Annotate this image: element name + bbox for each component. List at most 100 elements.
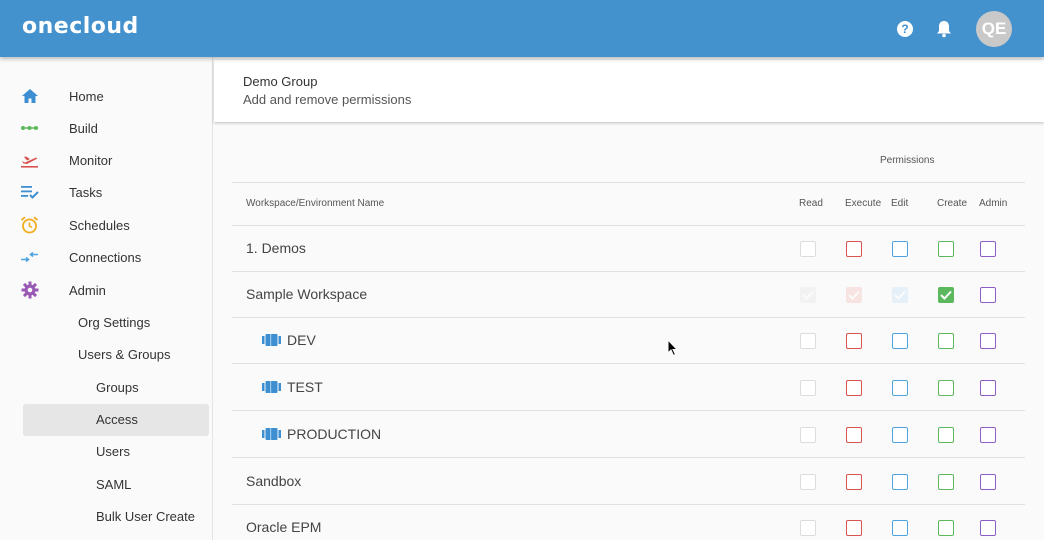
table-row: TEST (232, 365, 1025, 411)
edit-checkbox[interactable] (892, 333, 908, 349)
alarm-clock-icon (20, 216, 39, 234)
column-header-admin: Admin (979, 198, 1008, 209)
row-name-text: Oracle EPM (246, 519, 322, 535)
execute-checkbox[interactable] (846, 287, 862, 303)
edit-checkbox[interactable] (892, 474, 908, 490)
sidebar-item-schedules[interactable]: Schedules (0, 210, 212, 240)
build-icon (20, 119, 39, 137)
row-name-text: 1. Demos (246, 240, 306, 256)
sidebar-item-tasks[interactable]: Tasks (0, 177, 212, 207)
row-divider (232, 457, 1025, 458)
execute-checkbox[interactable] (846, 520, 862, 536)
row-name: Sample Workspace (246, 286, 367, 302)
sidebar-item-groups[interactable]: Groups (96, 380, 139, 395)
read-checkbox[interactable] (800, 241, 816, 257)
column-header-name: Workspace/Environment Name (246, 198, 385, 209)
sidebar-item-bulk-user-create[interactable]: Bulk User Create (96, 509, 195, 524)
row-name-text: TEST (287, 379, 323, 395)
environment-icon (262, 334, 281, 346)
column-header-edit: Edit (891, 198, 909, 209)
row-name-text: Sample Workspace (246, 286, 368, 302)
sidebar-item-label: Home (69, 88, 104, 104)
admin-checkbox[interactable] (980, 474, 996, 490)
read-checkbox[interactable] (800, 333, 816, 349)
read-checkbox[interactable] (800, 520, 816, 536)
svg-text:?: ? (901, 22, 908, 36)
edit-checkbox[interactable] (892, 427, 908, 443)
row-name-text: DEV (287, 332, 316, 348)
tasks-icon (20, 183, 39, 201)
create-checkbox[interactable] (938, 287, 954, 303)
row-divider (232, 363, 1025, 364)
create-checkbox[interactable] (938, 520, 954, 536)
sidebar-nav: Home Build Monitor Tasks Schedules Conne… (0, 57, 213, 540)
read-checkbox[interactable] (800, 287, 816, 303)
sidebar-item-monitor[interactable]: Monitor (0, 145, 212, 175)
edit-checkbox[interactable] (892, 380, 908, 396)
sidebar-item-users[interactable]: Users (96, 444, 130, 459)
sidebar-item-label: Schedules (69, 217, 130, 233)
sidebar-item-label: Admin (69, 282, 106, 298)
divider (232, 182, 1025, 183)
create-checkbox[interactable] (938, 474, 954, 490)
sidebar-item-label: Tasks (69, 184, 103, 200)
home-icon (20, 87, 39, 105)
group-title: Demo Group (243, 74, 318, 89)
execute-checkbox[interactable] (846, 333, 862, 349)
create-checkbox[interactable] (938, 241, 954, 257)
table-row: Sample Workspace (232, 272, 1025, 318)
execute-checkbox[interactable] (846, 427, 862, 443)
table-row: PRODUCTION (232, 412, 1025, 458)
edit-checkbox[interactable] (892, 520, 908, 536)
connections-icon (20, 248, 39, 266)
sidebar-item-org-settings[interactable]: Org Settings (78, 315, 150, 330)
read-checkbox[interactable] (800, 380, 816, 396)
environment-icon (262, 381, 281, 393)
sidebar-item-admin[interactable]: Admin (0, 275, 212, 305)
execute-checkbox[interactable] (846, 241, 862, 257)
admin-checkbox[interactable] (980, 287, 996, 303)
admin-checkbox[interactable] (980, 520, 996, 536)
user-avatar[interactable]: QE (976, 11, 1012, 47)
permissions-table: Permissions Workspace/Environment Name R… (232, 122, 1025, 540)
edit-checkbox[interactable] (892, 241, 908, 257)
sidebar-item-label: Monitor (69, 152, 113, 168)
admin-checkbox[interactable] (980, 427, 996, 443)
admin-checkbox[interactable] (980, 333, 996, 349)
sidebar-item-build[interactable]: Build (0, 113, 212, 143)
read-checkbox[interactable] (800, 427, 816, 443)
row-name: Sandbox (246, 473, 301, 489)
column-header-create: Create (937, 198, 968, 209)
help-circle-icon[interactable]: ? (894, 18, 916, 40)
execute-checkbox[interactable] (846, 380, 862, 396)
column-header-read: Read (799, 198, 823, 209)
table-row: DEV (232, 318, 1025, 364)
row-name-text: PRODUCTION (287, 426, 382, 442)
row-divider (232, 410, 1025, 411)
environment-icon (262, 428, 281, 440)
bell-icon[interactable] (933, 18, 955, 40)
group-subtitle: Add and remove permissions (243, 92, 412, 107)
airplane-departure-icon (20, 151, 39, 169)
execute-checkbox[interactable] (846, 474, 862, 490)
sidebar-item-saml[interactable]: SAML (96, 477, 131, 492)
sidebar-item-home[interactable]: Home (0, 81, 212, 111)
permissions-heading: Permissions (880, 155, 935, 166)
create-checkbox[interactable] (938, 380, 954, 396)
group-header-card: Demo Group Add and remove permissions (214, 60, 1044, 122)
admin-checkbox[interactable] (980, 380, 996, 396)
edit-checkbox[interactable] (892, 287, 908, 303)
sidebar-item-access[interactable]: Access (96, 412, 138, 427)
table-row: Sandbox (232, 459, 1025, 505)
sidebar-item-connections[interactable]: Connections (0, 242, 212, 272)
top-app-bar: onecloud ? QE (0, 0, 1044, 57)
table-row: Oracle EPM (232, 505, 1025, 540)
onecloud-logo[interactable]: onecloud (22, 14, 139, 39)
create-checkbox[interactable] (938, 333, 954, 349)
read-checkbox[interactable] (800, 474, 816, 490)
row-name: DEV (262, 332, 316, 348)
sidebar-item-users-groups[interactable]: Users & Groups (78, 347, 170, 362)
row-name-text: Sandbox (246, 473, 302, 489)
create-checkbox[interactable] (938, 427, 954, 443)
admin-checkbox[interactable] (980, 241, 996, 257)
